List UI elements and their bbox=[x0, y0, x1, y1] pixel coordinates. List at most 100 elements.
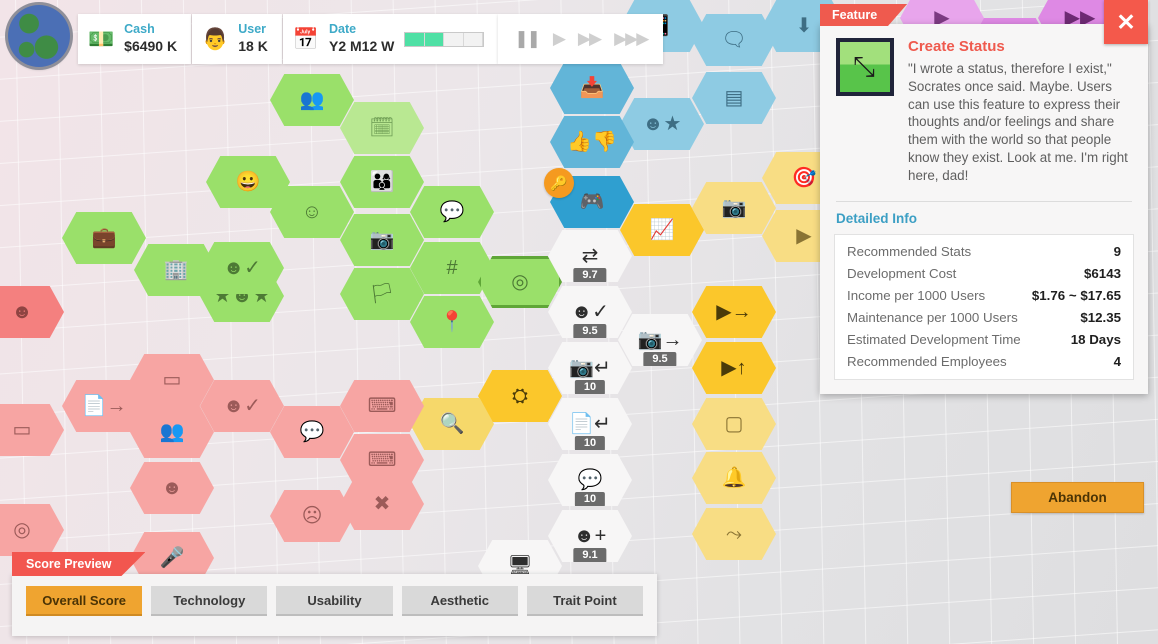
top-hud-bar: 💵 Cash $6490 K 👨 User 18 K 📅 Date Y2 M12… bbox=[0, 0, 664, 67]
node-green-briefcase-glyph: 💼 bbox=[91, 227, 117, 249]
node-yellow-video-up[interactable]: ▶↑ bbox=[692, 342, 776, 394]
stat-value: $12.35 bbox=[1080, 310, 1121, 326]
node-yellow-chart[interactable]: 📈 bbox=[620, 204, 704, 256]
node-blue-inbox[interactable]: 📥 bbox=[550, 62, 634, 114]
close-icon[interactable]: ✕ bbox=[1104, 0, 1148, 44]
node-yellow-org2[interactable]: ⛭ bbox=[478, 370, 562, 422]
node-red-two-people-glyph: 👥 bbox=[159, 421, 185, 443]
score-badge: 10 bbox=[574, 435, 606, 450]
node-red-two-people[interactable]: 👥 bbox=[130, 406, 214, 458]
node-green-star-chat[interactable]: 💬 bbox=[410, 186, 494, 238]
node-yellow-phone[interactable]: ▢ bbox=[692, 398, 776, 450]
node-red-chats[interactable]: 💬 bbox=[270, 406, 354, 458]
node-green-audience-glyph: 👨‍👩‍👦 bbox=[369, 171, 395, 193]
node-blue-chat-person-glyph: 🗨 bbox=[721, 29, 747, 51]
node-red-keyboard-chat-glyph: ⌨ bbox=[367, 395, 397, 417]
feature-header: Create Status "I wrote a status, therefo… bbox=[820, 24, 1148, 191]
node-green-pin-glyph: 📍 bbox=[439, 311, 465, 333]
node-yellow-camera-frame[interactable]: 📷 bbox=[692, 182, 776, 234]
node-green-audience[interactable]: 👨‍👩‍👦 bbox=[340, 156, 424, 208]
score-badge: 9.7 bbox=[573, 267, 607, 282]
node-blue-thumbs[interactable]: 👍👎 bbox=[550, 116, 634, 168]
node-yellow-share[interactable]: ⤳ bbox=[692, 508, 776, 560]
node-yellow-bell[interactable]: 🔔 bbox=[692, 452, 776, 504]
node-white-chat-dots[interactable]: 💬 10 bbox=[548, 454, 632, 506]
node-white-transfer[interactable]: ⇄ 9.7 bbox=[548, 230, 632, 282]
node-blue-gamepad-glyph: 🎮 bbox=[579, 191, 605, 213]
detailed-info-header: Detailed Info bbox=[836, 210, 918, 226]
node-white-camera-down[interactable]: 📷↵ 10 bbox=[548, 342, 632, 394]
node-red-chat[interactable]: ▭ bbox=[130, 354, 214, 406]
node-green-calendar-glyph: 🗓 bbox=[369, 117, 395, 139]
score-tab-usability[interactable]: Usability bbox=[276, 586, 393, 616]
node-white-doc-down[interactable]: 📄↵ 10 bbox=[548, 398, 632, 450]
score-tab-aesthetic[interactable]: Aesthetic bbox=[401, 586, 518, 616]
node-red-keyboard2-glyph: ⌨ bbox=[367, 449, 397, 471]
globe-icon[interactable] bbox=[8, 5, 70, 67]
feature-title: Create Status bbox=[908, 38, 1005, 55]
node-green-pin[interactable]: 📍 bbox=[410, 296, 494, 348]
stat-row: Maintenance per 1000 Users $12.35 bbox=[847, 307, 1121, 329]
stat-key: Development Cost bbox=[847, 266, 957, 282]
node-white-doc-down-glyph: 📄↵ bbox=[569, 413, 611, 435]
node-yellow-chart-glyph: 📈 bbox=[649, 219, 675, 241]
node-green-flag-chat[interactable]: 🏳 bbox=[340, 268, 424, 320]
node-red-smiley[interactable]: ☹ bbox=[270, 490, 354, 542]
node-white-person-plus[interactable]: ☻+ 9.1 bbox=[548, 510, 632, 562]
node-green-smiley-money-glyph: 😀 bbox=[235, 171, 261, 193]
node-green-smiley[interactable]: ☺ bbox=[270, 186, 354, 238]
node-yellow-video-up-glyph: ▶↑ bbox=[721, 357, 747, 379]
pause-button[interactable]: ❚❚ bbox=[514, 29, 540, 49]
speed-controls[interactable]: ❚❚ ▶ ▶▶ ▶▶▶ bbox=[498, 14, 664, 64]
stat-value: 18 Days bbox=[1070, 332, 1121, 348]
stat-value: $1.76 ~ $17.65 bbox=[1031, 288, 1121, 304]
node-white-camera-right[interactable]: 📷→ 9.5 bbox=[618, 314, 702, 366]
node-white-person-check[interactable]: ☻✓ 9.5 bbox=[548, 286, 632, 338]
node-green-briefcase[interactable]: 💼 bbox=[62, 212, 146, 264]
node-green-flag-chat-glyph: 🏳 bbox=[369, 283, 395, 305]
unlock-key-icon[interactable]: 🔑 bbox=[544, 168, 574, 198]
node-white-person-check-glyph: ☻✓ bbox=[571, 301, 609, 323]
stat-key: Recommended Stats bbox=[847, 244, 972, 260]
node-red-person-left-glyph: ☻ bbox=[11, 301, 33, 323]
node-yellow-bell-glyph: 🔔 bbox=[721, 467, 747, 489]
node-red-person-check[interactable]: ☻✓ bbox=[200, 380, 284, 432]
play-button[interactable]: ▶ bbox=[553, 29, 566, 49]
date-value: Y2 M12 W bbox=[328, 38, 395, 55]
user-hud-box[interactable]: 👨 User 18 K bbox=[192, 14, 282, 64]
fast-forward-button[interactable]: ▶▶ bbox=[578, 29, 602, 49]
score-tab-technology[interactable]: Technology bbox=[151, 586, 268, 616]
node-yellow-video-right[interactable]: ▶→ bbox=[692, 286, 776, 338]
stat-value: 4 bbox=[1113, 354, 1121, 370]
date-hud-box[interactable]: 📅 Date Y2 M12 W bbox=[282, 14, 499, 64]
node-yellow-org2-glyph: ⛭ bbox=[512, 385, 528, 407]
node-green-camera-pair-glyph: 📷 bbox=[369, 229, 395, 251]
node-blue-org[interactable]: ▤ bbox=[692, 72, 776, 124]
node-green-calendar[interactable]: 🗓 bbox=[340, 102, 424, 154]
node-red-chat-glyph: ▭ bbox=[162, 369, 182, 391]
node-yellow-video-frame-glyph: ▶ bbox=[796, 225, 812, 247]
node-red-chat-x[interactable]: ✖ bbox=[340, 478, 424, 530]
node-red-keyboard-chat[interactable]: ⌨ bbox=[340, 380, 424, 432]
node-red-target2-glyph: ◎ bbox=[13, 519, 31, 541]
node-red-person-circle-glyph: ☻ bbox=[161, 477, 183, 499]
node-blue-chat-person[interactable]: 🗨 bbox=[692, 14, 776, 66]
score-preview-panel: Score Preview Overall Score Technology Usa… bbox=[12, 552, 657, 636]
node-yellow-phone-glyph: ▢ bbox=[724, 413, 744, 435]
feature-description: "I wrote a status, therefore I exist," S… bbox=[908, 61, 1128, 183]
stat-key: Income per 1000 Users bbox=[847, 288, 986, 304]
node-red-person-circle[interactable]: ☻ bbox=[130, 462, 214, 514]
cash-hud-box[interactable]: 💵 Cash $6490 K bbox=[78, 14, 192, 64]
node-green-person-check[interactable]: ☻✓ bbox=[200, 242, 284, 294]
score-badge: 9.5 bbox=[573, 323, 607, 338]
abandon-button[interactable]: Abandon bbox=[1011, 482, 1144, 513]
score-tab-trait-point[interactable]: Trait Point bbox=[526, 586, 644, 616]
node-green-group[interactable]: 👥 bbox=[270, 74, 354, 126]
stat-value: 9 bbox=[1113, 244, 1121, 260]
score-tab-overall-score[interactable]: Overall Score bbox=[26, 586, 143, 616]
fastest-forward-button[interactable]: ▶▶▶ bbox=[614, 29, 649, 49]
node-green-selected[interactable]: ◎ bbox=[478, 256, 562, 308]
node-yellow-search-glyph: 🔍 bbox=[439, 413, 465, 435]
node-red-doc[interactable]: 📄→ bbox=[62, 380, 146, 432]
node-green-camera-pair[interactable]: 📷 bbox=[340, 214, 424, 266]
